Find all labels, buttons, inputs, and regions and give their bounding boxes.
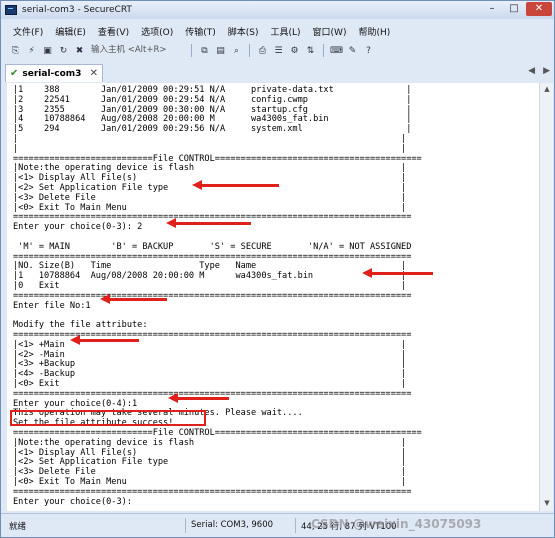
help-icon[interactable]: ? [362,44,375,57]
status-divider [295,518,296,533]
terminal-line: |1 388 Jan/01/2009 00:29:51 N/A private-… [13,85,412,95]
terminal-line: |<4> -Backup | [13,369,407,380]
terminal-line: |2 22541 Jan/01/2009 00:29:54 N/A config… [13,94,412,105]
terminal-line: ========================================… [13,251,412,262]
terminal-line: Enter your choice(0-3): [13,496,132,507]
terminal-line: |Note:the operating device is flash | [13,163,407,174]
reconnect-icon[interactable]: ↻ [57,44,70,57]
terminal-line: |NO. Size(B) Time Type Name | [13,261,407,272]
terminal-line: |4 10788864 Aug/08/2008 20:00:00 M wa430… [13,114,412,125]
status-ready: 就绪 [9,522,27,532]
title-bar: serial-com3 - SecureCRT – □ ✕ [1,1,554,19]
sftp-icon[interactable]: ⇅ [304,44,317,57]
keymap-icon[interactable]: ⌨ [330,44,343,57]
session-options-icon[interactable]: ⚙ [288,44,301,57]
connect-icon[interactable]: ⎘ [9,44,22,57]
annotation-arrow [100,294,167,304]
tools-icon[interactable]: ✎ [346,44,359,57]
terminal-line: |<2> Set Application File type | [13,457,407,468]
menu-window[interactable]: 窗口(W) [313,25,347,38]
menu-edit[interactable]: 编辑(E) [55,25,86,38]
toolbar-separator [323,44,324,57]
close-icon[interactable]: ✕ [526,2,552,16]
terminal-line: |<1> Display All File(s) | [13,447,407,458]
menu-view[interactable]: 查看(V) [98,25,129,38]
terminal-line: |<0> Exit To Main Menu | [13,477,407,487]
quick-connect-icon[interactable]: ⚡ [25,44,38,57]
terminal-line: |0 Exit | [13,281,407,291]
terminal-line: |<3> Delete File | [13,192,407,203]
status-bar: 就绪 Serial: COM3, 9600 44, 25 行, 87 列 VT1… [1,513,554,537]
terminal-line: |3 2355 Jan/01/2009 00:30:00 N/A startup… [13,104,412,115]
terminal-line: 'M' = MAIN 'B' = BACKUP 'S' = SECURE 'N/… [13,241,412,252]
terminal-line: |<0> Exit | [13,379,407,389]
terminal-line: |<3> +Backup | [13,359,407,370]
terminal-line: ===========================File CONTROL=… [13,428,422,438]
find-icon[interactable]: ⌕ [230,44,243,57]
menu-bar: 文件(F) 编辑(E) 查看(V) 选项(O) 传输(T) 脚本(S) 工具(L… [1,23,554,39]
status-connection: Serial: COM3, 9600 [191,520,274,530]
terminal-line: | | [13,134,407,144]
menu-script[interactable]: 脚本(S) [228,25,259,38]
terminal-line: Enter your choice(0-3): 2 [13,222,143,233]
securecrt-window: serial-com3 - SecureCRT – □ ✕ 文件(F) 编辑(E… [0,0,555,538]
window-controls: – □ ✕ [482,2,552,16]
maximize-icon[interactable]: □ [504,2,524,16]
scroll-down-icon[interactable]: ▼ [542,499,552,509]
menu-help[interactable]: 帮助(H) [358,25,390,38]
menu-file[interactable]: 文件(F) [13,25,43,38]
connect-tab-icon[interactable]: ▣ [41,44,54,57]
tab-scroll-right-icon[interactable]: ▶ [543,66,550,76]
terminal-line: | | [13,143,407,154]
copy-icon[interactable]: ⧉ [198,44,211,57]
terminal-line: |5 294 Jan/01/2009 00:29:56 N/A system.x… [13,124,412,135]
tab-label: serial-com3 [22,68,82,79]
disconnect-icon[interactable]: ✖ [73,44,86,57]
terminal-line: ========================================… [13,212,412,223]
print-icon[interactable]: ⎙ [256,44,269,57]
securecrt-app-icon [5,5,17,15]
tab-bar: ✔ serial-com3 ✕ ◀ ▶ [1,63,554,82]
paste-icon[interactable]: ▤ [214,44,227,57]
terminal-line: |Note:the operating device is flash | [13,437,407,448]
toolbar-separator [191,44,192,57]
terminal-line: |<0> Exit To Main Menu | [13,202,407,213]
scroll-up-icon[interactable]: ▲ [542,85,552,95]
annotation-arrow [362,268,433,278]
success-highlight-box [10,410,206,426]
window-title: serial-com3 - SecureCRT [22,5,132,15]
tab-serial-com3[interactable]: ✔ serial-com3 ✕ [5,64,103,82]
vertical-scrollbar[interactable]: ▲ ▼ [539,83,553,511]
annotation-arrow [166,218,251,228]
terminal-line: Enter file No:1 [13,300,91,311]
menu-transfer[interactable]: 传输(T) [185,25,216,38]
terminal-line: |<1> Display All File(s) | [13,173,407,184]
terminal-line: |<2> -Main | [13,349,407,360]
terminal-line: ========================================… [13,486,412,497]
csdn-watermark: CSDN @weixin_43075093 [311,517,482,531]
toolbar-separator [249,44,250,57]
menu-options[interactable]: 选项(O) [141,25,173,38]
host-input[interactable]: 输入主机 <Alt+R> [89,44,185,57]
terminal-screen[interactable]: |1 388 Jan/01/2009 00:29:51 N/A private-… [7,83,539,511]
terminal-line: Enter your choice(0-4):1 [13,398,138,409]
annotation-arrow [168,393,229,403]
toolbar: ⎘ ⚡ ▣ ↻ ✖ 输入主机 <Alt+R> ⧉ ▤ ⌕ ⎙ ☰ ⚙ ⇅ ⌨ ✎… [1,41,554,60]
minimize-icon[interactable]: – [482,2,502,16]
annotation-arrow [70,335,139,345]
status-divider [185,518,186,533]
terminal-line: ===========================File CONTROL=… [13,153,422,164]
tab-close-icon[interactable]: ✕ [90,68,98,79]
annotation-arrow [192,180,279,190]
settings-icon[interactable]: ☰ [272,44,285,57]
tab-navigation: ◀ ▶ [528,66,550,76]
terminal-line: Modify the file attribute: [13,320,148,331]
terminal-line: |<3> Delete File | [13,467,407,478]
menu-tools[interactable]: 工具(L) [271,25,301,38]
tab-scroll-left-icon[interactable]: ◀ [528,66,535,76]
terminal-line: ========================================… [13,290,412,301]
terminal-line: |1 10788864 Aug/08/2008 20:00:00 M wa430… [13,271,407,282]
connected-check-icon: ✔ [10,68,19,79]
